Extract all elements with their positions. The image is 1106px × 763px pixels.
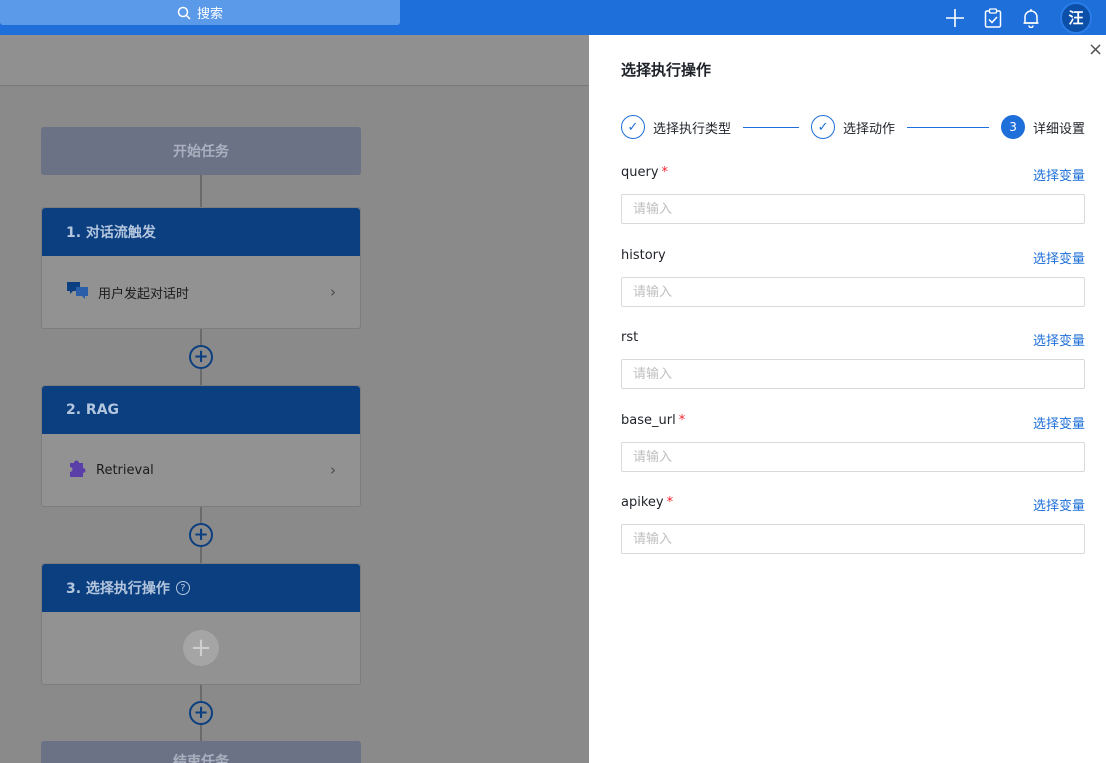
step-connector <box>907 126 990 128</box>
base-url-input[interactable] <box>621 442 1085 472</box>
add-step-button[interactable]: + <box>189 345 213 369</box>
select-variable-link[interactable]: 选择变量 <box>1033 495 1085 514</box>
field-base-url: base_url * 选择变量 <box>621 413 1085 472</box>
step-number-badge: 3 <box>1001 115 1026 139</box>
step-card-action[interactable]: 3. 选择执行操作 ? + <box>41 563 361 685</box>
user-avatar[interactable]: 汪 <box>1060 1 1092 34</box>
history-input[interactable] <box>621 277 1085 307</box>
required-mark: * <box>678 413 686 428</box>
field-label: rst <box>621 330 1085 348</box>
add-action-button[interactable]: + <box>183 630 219 666</box>
action-drawer: × 选择执行操作 ✓ 选择执行类型 ✓ 选择动作 3 详细设置 query * 选… <box>589 35 1106 763</box>
step-connector <box>743 126 800 128</box>
step-2: ✓ 选择动作 <box>811 115 895 139</box>
drawer-title: 选择执行操作 <box>621 61 712 79</box>
workflow-canvas: 开始任务 1. 对话流触发 用户发起对话时 › + 2. RAG Retriev… <box>0 35 589 763</box>
step-1: ✓ 选择执行类型 <box>621 115 731 139</box>
field-label-text: rst <box>621 330 639 345</box>
chevron-right-icon: › <box>330 461 336 479</box>
search-icon <box>177 6 191 20</box>
step-card-empty: + <box>42 612 360 684</box>
bell-icon[interactable] <box>1012 0 1050 35</box>
field-label-text: query <box>621 165 659 180</box>
connector-line <box>200 507 202 523</box>
step-card-trigger[interactable]: 1. 对话流触发 用户发起对话时 › <box>41 207 361 329</box>
step-card-title-text: 3. 选择执行操作 <box>66 581 170 597</box>
step-3: 3 详细设置 <box>1001 115 1085 139</box>
top-actions: 汪 <box>936 0 1106 35</box>
puzzle-icon <box>66 457 88 483</box>
workflow-flow: 开始任务 1. 对话流触发 用户发起对话时 › + 2. RAG Retriev… <box>41 127 361 763</box>
step-card-item[interactable]: Retrieval › <box>42 434 360 506</box>
end-task-node[interactable]: 结束任务 <box>41 741 361 763</box>
canvas-subbar <box>0 35 589 86</box>
field-history: history 选择变量 <box>621 248 1085 307</box>
select-variable-link[interactable]: 选择变量 <box>1033 330 1085 349</box>
check-icon: ✓ <box>811 115 836 139</box>
connector-line <box>200 369 202 385</box>
step-label: 详细设置 <box>1033 121 1086 137</box>
step-item-label: 用户发起对话时 <box>98 286 190 302</box>
rst-input[interactable] <box>621 359 1085 389</box>
step-card-title: 3. 选择执行操作 ? <box>42 564 360 612</box>
select-variable-link[interactable]: 选择变量 <box>1033 248 1085 267</box>
field-label: history <box>621 248 1085 266</box>
chat-bubbles-icon <box>66 280 90 304</box>
search-placeholder: 搜索 <box>196 7 223 22</box>
start-task-node[interactable]: 开始任务 <box>41 127 361 175</box>
connector-line <box>200 685 202 701</box>
query-input[interactable] <box>621 194 1085 224</box>
add-step-button[interactable]: + <box>189 523 213 547</box>
field-query: query * 选择变量 <box>621 165 1085 224</box>
field-label-text: history <box>621 248 666 263</box>
field-label: query * <box>621 165 1085 183</box>
required-mark: * <box>666 495 674 510</box>
add-icon[interactable] <box>936 0 974 35</box>
select-variable-link[interactable]: 选择变量 <box>1033 165 1085 184</box>
add-step-button[interactable]: + <box>189 701 213 725</box>
steps-indicator: ✓ 选择执行类型 ✓ 选择动作 3 详细设置 <box>621 115 1086 139</box>
connector-line <box>200 725 202 741</box>
top-bar: 搜索 汪 <box>0 0 1106 35</box>
search-box[interactable]: 搜索 <box>0 0 400 25</box>
step-label: 选择动作 <box>843 121 896 137</box>
step-label: 选择执行类型 <box>653 121 732 137</box>
field-apikey: apikey * 选择变量 <box>621 495 1085 554</box>
field-label: base_url * <box>621 413 1085 431</box>
field-label: apikey * <box>621 495 1085 513</box>
connector-line <box>200 175 202 207</box>
close-icon[interactable]: × <box>1088 41 1106 59</box>
task-clipboard-icon[interactable] <box>974 0 1012 35</box>
required-mark: * <box>661 165 669 180</box>
field-label-text: base_url <box>621 413 676 428</box>
step-card-title: 2. RAG <box>42 386 360 434</box>
step-card-rag[interactable]: 2. RAG Retrieval › <box>41 385 361 507</box>
step-card-title: 1. 对话流触发 <box>42 208 360 256</box>
connector-line <box>200 547 202 563</box>
field-label-text: apikey <box>621 495 664 510</box>
field-rst: rst 选择变量 <box>621 330 1085 389</box>
select-variable-link[interactable]: 选择变量 <box>1033 413 1085 432</box>
apikey-input[interactable] <box>621 524 1085 554</box>
check-icon: ✓ <box>621 115 645 139</box>
help-circle-icon[interactable]: ? <box>175 581 190 595</box>
connector-line <box>200 329 202 345</box>
step-item-label: Retrieval <box>96 462 154 478</box>
step-card-item[interactable]: 用户发起对话时 › <box>42 256 360 328</box>
chevron-right-icon: › <box>330 283 336 301</box>
